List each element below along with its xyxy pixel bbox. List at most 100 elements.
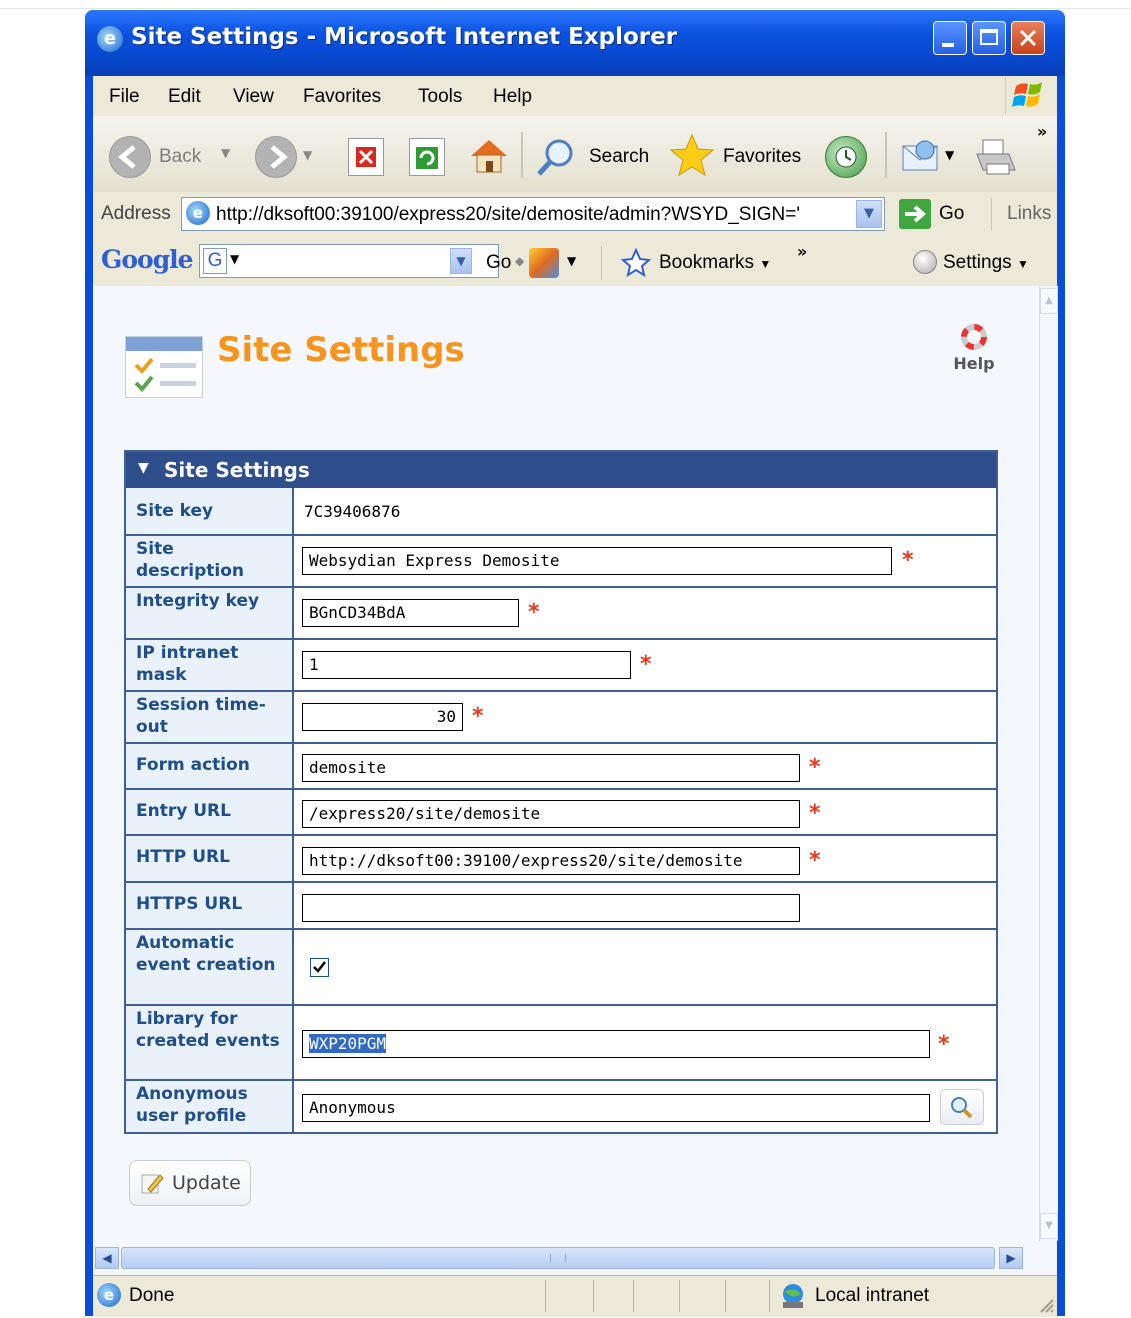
toolbar-overflow-chevron-icon[interactable]: » [1037, 122, 1047, 141]
magnifier-icon [951, 1097, 973, 1119]
address-url: http://dksoft00:39100/express20/site/dem… [216, 204, 800, 225]
automatic-event-creation-label: Automatic event creation [136, 933, 276, 975]
entry-url-label: Entry URL [136, 801, 231, 821]
menu-view[interactable]: View [233, 86, 274, 108]
pagerank-dropdown-icon[interactable]: ▼ [567, 254, 576, 268]
minimize-button[interactable] [933, 21, 967, 55]
favorites-label: Favorites [723, 146, 802, 167]
http-url-input[interactable]: http://dksoft00:39100/express20/site/dem… [302, 847, 800, 875]
browser-window: e Site Settings - Microsoft Internet Exp… [85, 10, 1065, 1317]
bookmarks-button[interactable]: Bookmarks ▼ [659, 252, 771, 274]
refresh-icon [416, 147, 438, 169]
menu-tools[interactable]: Tools [418, 86, 462, 108]
required-marker: * [640, 652, 652, 677]
section-title: Site Settings [164, 458, 310, 482]
home-icon [471, 140, 507, 173]
back-label: Back [159, 146, 202, 167]
scroll-up-icon[interactable]: ▲ [1040, 288, 1058, 314]
page-done-icon: e [97, 1283, 121, 1307]
google-go-button[interactable]: Go [486, 252, 511, 274]
menu-bar: File Edit View Favorites Tools Help [93, 76, 1057, 117]
star-icon [669, 133, 715, 177]
lookup-button[interactable] [940, 1089, 984, 1125]
page-content[interactable]: Site Settings Help ▼ Site Settings Site … [93, 286, 1058, 1241]
vertical-scrollbar[interactable]: ▲ ▼ [1039, 286, 1058, 1241]
google-search-input[interactable]: G ▼ ▼ [199, 244, 499, 278]
mail-icon [902, 140, 938, 171]
help-label: Help [953, 354, 995, 373]
favorites-button[interactable]: Favorites [669, 132, 819, 178]
scroll-down-icon[interactable]: ▼ [1040, 1213, 1058, 1239]
session-timeout-label: Session time-out [136, 695, 266, 737]
mail-button[interactable]: ▼ [899, 134, 959, 178]
site-description-input[interactable]: Websydian Express Demosite [302, 547, 892, 575]
menu-edit[interactable]: Edit [168, 86, 201, 108]
integrity-key-input[interactable]: BGnCD34BdA [302, 599, 519, 627]
site-key-value: 7C39406876 [304, 502, 401, 521]
required-marker: * [528, 600, 540, 625]
mail-dropdown-icon[interactable]: ▼ [945, 148, 954, 162]
address-input[interactable]: e http://dksoft00:39100/express20/site/d… [181, 197, 885, 231]
scroll-left-icon[interactable]: ◀ [95, 1247, 119, 1269]
https-url-input[interactable] [302, 894, 800, 922]
forward-button[interactable] [255, 136, 297, 178]
scroll-thumb[interactable] [121, 1247, 995, 1269]
bookmark-star-icon [621, 248, 651, 278]
status-bar: e Done Local intranet [93, 1275, 1057, 1317]
refresh-button[interactable] [409, 138, 445, 176]
menu-help[interactable]: Help [493, 86, 532, 108]
google-menu-dropdown-icon[interactable]: ▼ [230, 252, 239, 266]
resize-grip-icon[interactable] [1037, 1296, 1055, 1314]
back-button[interactable]: Back ▼ [109, 134, 239, 178]
forward-arrow-icon [270, 145, 288, 169]
google-toolbar: Google G ▼ ▼ Go ◆ ▼ Bookmarks ▼ » Settin… [93, 238, 1057, 287]
help-button[interactable]: Help [949, 324, 999, 374]
automatic-event-creation-checkbox[interactable] [310, 958, 329, 977]
scroll-right-icon[interactable]: ▶ [999, 1247, 1023, 1269]
library-for-created-events-input[interactable]: WXP20PGM [302, 1030, 930, 1058]
section-header[interactable]: ▼ Site Settings [126, 452, 996, 488]
title-bar[interactable]: e Site Settings - Microsoft Internet Exp… [85, 10, 1065, 76]
integrity-key-label: Integrity key [136, 591, 260, 611]
go-arrow-icon[interactable] [899, 199, 931, 229]
google-overflow-chevron-icon[interactable]: » [797, 242, 807, 261]
history-button[interactable] [825, 136, 867, 178]
ip-intranet-mask-label: IP intranet mask [136, 643, 239, 685]
menu-favorites[interactable]: Favorites [303, 86, 381, 108]
session-timeout-input[interactable]: 30 [302, 703, 463, 731]
update-button[interactable]: Update [129, 1160, 251, 1206]
form-action-input[interactable]: demosite [302, 754, 800, 782]
google-search-dropdown-icon[interactable]: ▼ [450, 248, 472, 274]
search-button[interactable]: Search [535, 134, 655, 178]
collapse-triangle-icon[interactable]: ▼ [138, 460, 149, 476]
settings-button[interactable]: Settings ▼ [943, 252, 1029, 274]
address-dropdown-icon[interactable]: ▼ [856, 200, 882, 228]
back-dropdown-icon[interactable]: ▼ [221, 146, 230, 160]
links-button[interactable]: Links [1007, 203, 1051, 225]
settings-icon [913, 250, 937, 274]
https-url-label: HTTPS URL [136, 894, 243, 914]
address-bar: Address e http://dksoft00:39100/express2… [93, 192, 1057, 239]
pagerank-icon[interactable] [529, 248, 559, 278]
forward-dropdown-icon[interactable]: ▼ [303, 148, 312, 162]
anonymous-user-profile-input[interactable]: Anonymous [302, 1094, 930, 1122]
menu-file[interactable]: File [109, 86, 140, 108]
horizontal-scrollbar[interactable]: ◀ ▶ [93, 1241, 1057, 1275]
google-g-icon: G [203, 248, 227, 274]
stop-button[interactable] [348, 138, 384, 176]
settings-page-icon [125, 336, 203, 398]
standard-toolbar: Back ▼ ▼ Search Favorites ▼ » [93, 116, 1057, 193]
entry-url-input[interactable]: /express20/site/demosite [302, 800, 800, 828]
home-button[interactable] [467, 134, 511, 176]
required-marker: * [902, 548, 914, 573]
page-icon: e [186, 201, 210, 225]
print-button[interactable] [973, 136, 1017, 178]
maximize-button[interactable] [972, 21, 1006, 55]
close-button[interactable] [1011, 21, 1045, 55]
required-marker: * [809, 848, 821, 873]
update-label: Update [172, 1172, 241, 1194]
search-label: Search [589, 146, 650, 167]
ip-intranet-mask-input[interactable]: 1 [302, 651, 631, 679]
go-button[interactable]: Go [939, 203, 964, 225]
zone-text: Local intranet [815, 1285, 930, 1306]
